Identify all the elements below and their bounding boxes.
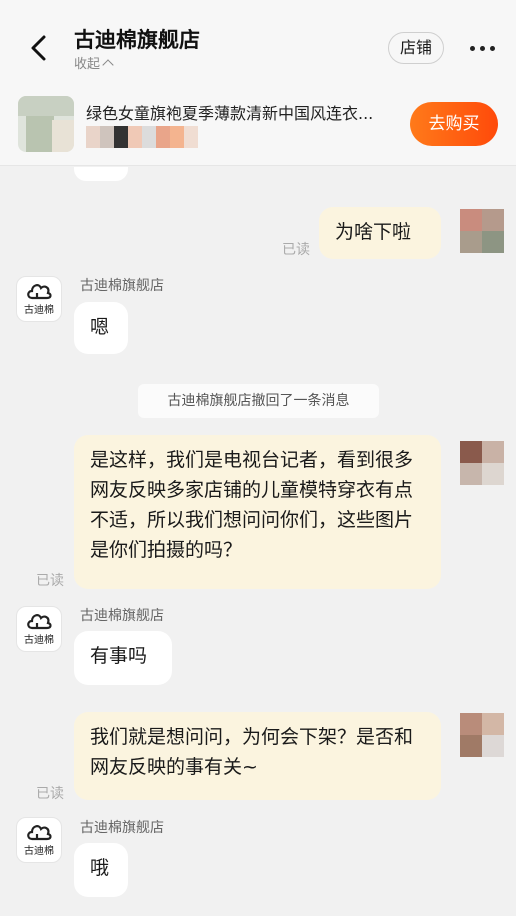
collapse-toggle[interactable]: 收起 <box>74 53 114 72</box>
chevron-up-icon <box>102 58 114 71</box>
cloud-logo-icon <box>27 284 52 300</box>
shop-title[interactable]: 古迪棉旗舰店 <box>74 24 200 54</box>
shop-avatar[interactable]: 古迪棉 <box>16 817 62 863</box>
product-card[interactable]: 绿色女童旗袍夏季薄款清新中国风连衣... 去购买 <box>0 86 516 166</box>
user-avatar[interactable] <box>460 209 504 253</box>
outgoing-message[interactable]: 我们就是想问问，为何会下架？是否和网友反映的事有关~ <box>74 712 441 800</box>
more-options-icon[interactable] <box>470 40 498 56</box>
incoming-message[interactable]: 有事吗 <box>74 631 172 685</box>
price-mosaic <box>86 126 198 148</box>
read-status: 已读 <box>282 242 310 258</box>
shop-avatar-label: 古迪棉 <box>24 635 54 646</box>
sender-name: 古迪棉旗舰店 <box>80 608 164 624</box>
sender-name: 古迪棉旗舰店 <box>80 820 164 836</box>
product-name[interactable]: 绿色女童旗袍夏季薄款清新中国风连衣... <box>86 100 400 124</box>
user-avatar[interactable] <box>460 441 504 485</box>
shop-avatar[interactable]: 古迪棉 <box>16 606 62 652</box>
user-avatar[interactable] <box>460 713 504 757</box>
back-arrow-icon[interactable] <box>28 34 50 62</box>
outgoing-message[interactable]: 为啥下啦 <box>319 207 441 259</box>
cloud-logo-icon <box>27 825 52 841</box>
collapse-label: 收起 <box>74 57 101 72</box>
shop-avatar[interactable]: 古迪棉 <box>16 276 62 322</box>
chat-header: 古迪棉旗舰店 收起 店铺 <box>0 0 516 86</box>
partial-message-bubble <box>74 167 128 181</box>
sender-name: 古迪棉旗舰店 <box>80 278 164 294</box>
read-status: 已读 <box>36 786 64 802</box>
message-list[interactable]: 为啥下啦 已读 古迪棉 古迪棉旗舰店 嗯 古迪棉旗舰店撤回了一条消息 是这样，我… <box>0 167 516 916</box>
incoming-message[interactable]: 嗯 <box>74 302 128 354</box>
incoming-message[interactable]: 哦 <box>74 843 128 897</box>
cloud-logo-icon <box>27 614 52 630</box>
outgoing-message[interactable]: 是这样，我们是电视台记者，看到很多网友反映多家店铺的儿童模特穿衣有点不适，所以我… <box>74 435 441 589</box>
shop-avatar-label: 古迪棉 <box>24 846 54 857</box>
buy-button[interactable]: 去购买 <box>410 102 498 146</box>
shop-avatar-label: 古迪棉 <box>24 305 54 316</box>
system-message: 古迪棉旗舰店撤回了一条消息 <box>138 384 379 418</box>
store-button[interactable]: 店铺 <box>388 32 444 64</box>
read-status: 已读 <box>36 573 64 589</box>
product-thumbnail[interactable] <box>18 96 74 152</box>
